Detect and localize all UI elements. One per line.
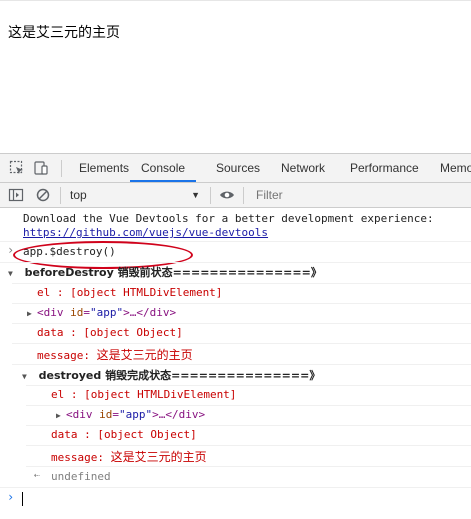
attr-eq: = (112, 408, 119, 421)
console-divider (0, 487, 471, 488)
console-divider (0, 262, 471, 263)
console-divider (26, 405, 471, 406)
toolbar-divider (61, 160, 62, 177)
devtools-tabbar: Elements Console Sources Network Perform… (0, 153, 471, 183)
console-divider (26, 445, 471, 446)
text-cursor (22, 492, 23, 506)
clear-console-icon[interactable] (35, 187, 51, 203)
message-key: message: (37, 349, 90, 362)
tab-memory[interactable]: Memo (440, 154, 471, 182)
tab-sources[interactable]: Sources (216, 154, 260, 182)
message-value: 这是艾三元的主页 (110, 450, 207, 464)
tag-close: >…</div> (123, 306, 177, 319)
destroyed-title: destroyed 销毁完成状态===============》 (38, 369, 321, 382)
console-divider (26, 425, 471, 426)
live-expression-eye-icon[interactable] (219, 187, 235, 203)
destroyed-group-header[interactable]: ▼ destroyed 销毁完成状态===============》 (22, 367, 471, 383)
prompt-chevron-icon: › (7, 490, 15, 504)
destroyed-message: message: 这是艾三元的主页 (51, 448, 471, 465)
message-key: message: (51, 451, 104, 464)
console-divider (12, 323, 471, 324)
device-toolbar-icon[interactable] (33, 160, 49, 176)
return-value: undefined (51, 470, 111, 483)
tag-close: >…</div> (152, 408, 206, 421)
console-filterbar: top ▼ (0, 183, 471, 208)
page-viewport: 这是艾三元的主页 (0, 0, 471, 153)
console-divider (12, 283, 471, 284)
tab-performance[interactable]: Performance (350, 154, 419, 182)
console-log: Download the Vue Devtools for a better d… (0, 209, 471, 519)
tag-open: <div (37, 306, 71, 319)
destroyed-el: el : [object HTMLDivElement] (51, 388, 237, 401)
tag-open: <div (66, 408, 100, 421)
destroyed-div-node[interactable]: ▶ <div id="app">…</div> (56, 408, 471, 421)
console-divider (12, 303, 471, 304)
before-destroy-title: beforeDestroy 销毁前状态===============》 (24, 266, 322, 279)
toolbar-divider (60, 187, 61, 204)
attr-value: "app" (119, 408, 153, 421)
vue-devtools-notice: Download the Vue Devtools for a better d… (23, 212, 434, 225)
attr-eq: = (83, 306, 90, 319)
console-divider (12, 343, 471, 344)
filter-input[interactable] (248, 185, 471, 205)
attr-value: "app" (90, 306, 124, 319)
context-select-value: top (70, 188, 87, 202)
console-divider (12, 364, 471, 365)
chevron-down-icon: ▼ (191, 190, 200, 200)
toolbar-divider (210, 187, 211, 204)
console-divider (26, 466, 471, 467)
message-value: 这是艾三元的主页 (96, 348, 193, 362)
attr-name: id (99, 408, 113, 421)
vue-devtools-link-text[interactable]: https://github.com/vuejs/vue-devtools (23, 226, 268, 239)
tab-elements[interactable]: Elements (79, 154, 129, 182)
page-heading: 这是艾三元的主页 (8, 25, 120, 41)
toolbar-divider (243, 187, 244, 204)
before-destroy-group-header[interactable]: ▼ beforeDestroy 销毁前状态===============》 (8, 264, 471, 280)
attr-name: id (70, 306, 84, 319)
expand-triangle-icon: ▶ (56, 411, 61, 420)
expand-triangle-icon: ▼ (22, 372, 27, 381)
console-divider (26, 385, 471, 386)
show-sidebar-icon[interactable] (8, 187, 24, 203)
before-destroy-data: data : [object Object] (37, 326, 183, 339)
tab-network[interactable]: Network (281, 154, 325, 182)
before-destroy-div-node[interactable]: ▶ <div id="app">…</div> (27, 306, 471, 319)
expand-triangle-icon: ▶ (27, 309, 32, 318)
expand-triangle-icon: ▼ (8, 269, 13, 278)
tab-console[interactable]: Console (130, 154, 197, 182)
inspect-element-icon[interactable] (9, 160, 25, 176)
before-destroy-el: el : [object HTMLDivElement] (37, 286, 223, 299)
destroyed-data: data : [object Object] (51, 428, 197, 441)
devtools-panel: Elements Console Sources Network Perform… (0, 153, 471, 519)
before-destroy-message: message: 这是艾三元的主页 (37, 346, 471, 363)
context-select[interactable]: top ▼ (62, 185, 206, 205)
return-arrow-icon: ⇠ (34, 470, 41, 481)
vue-devtools-link[interactable]: https://github.com/vuejs/vue-devtools (23, 226, 471, 239)
